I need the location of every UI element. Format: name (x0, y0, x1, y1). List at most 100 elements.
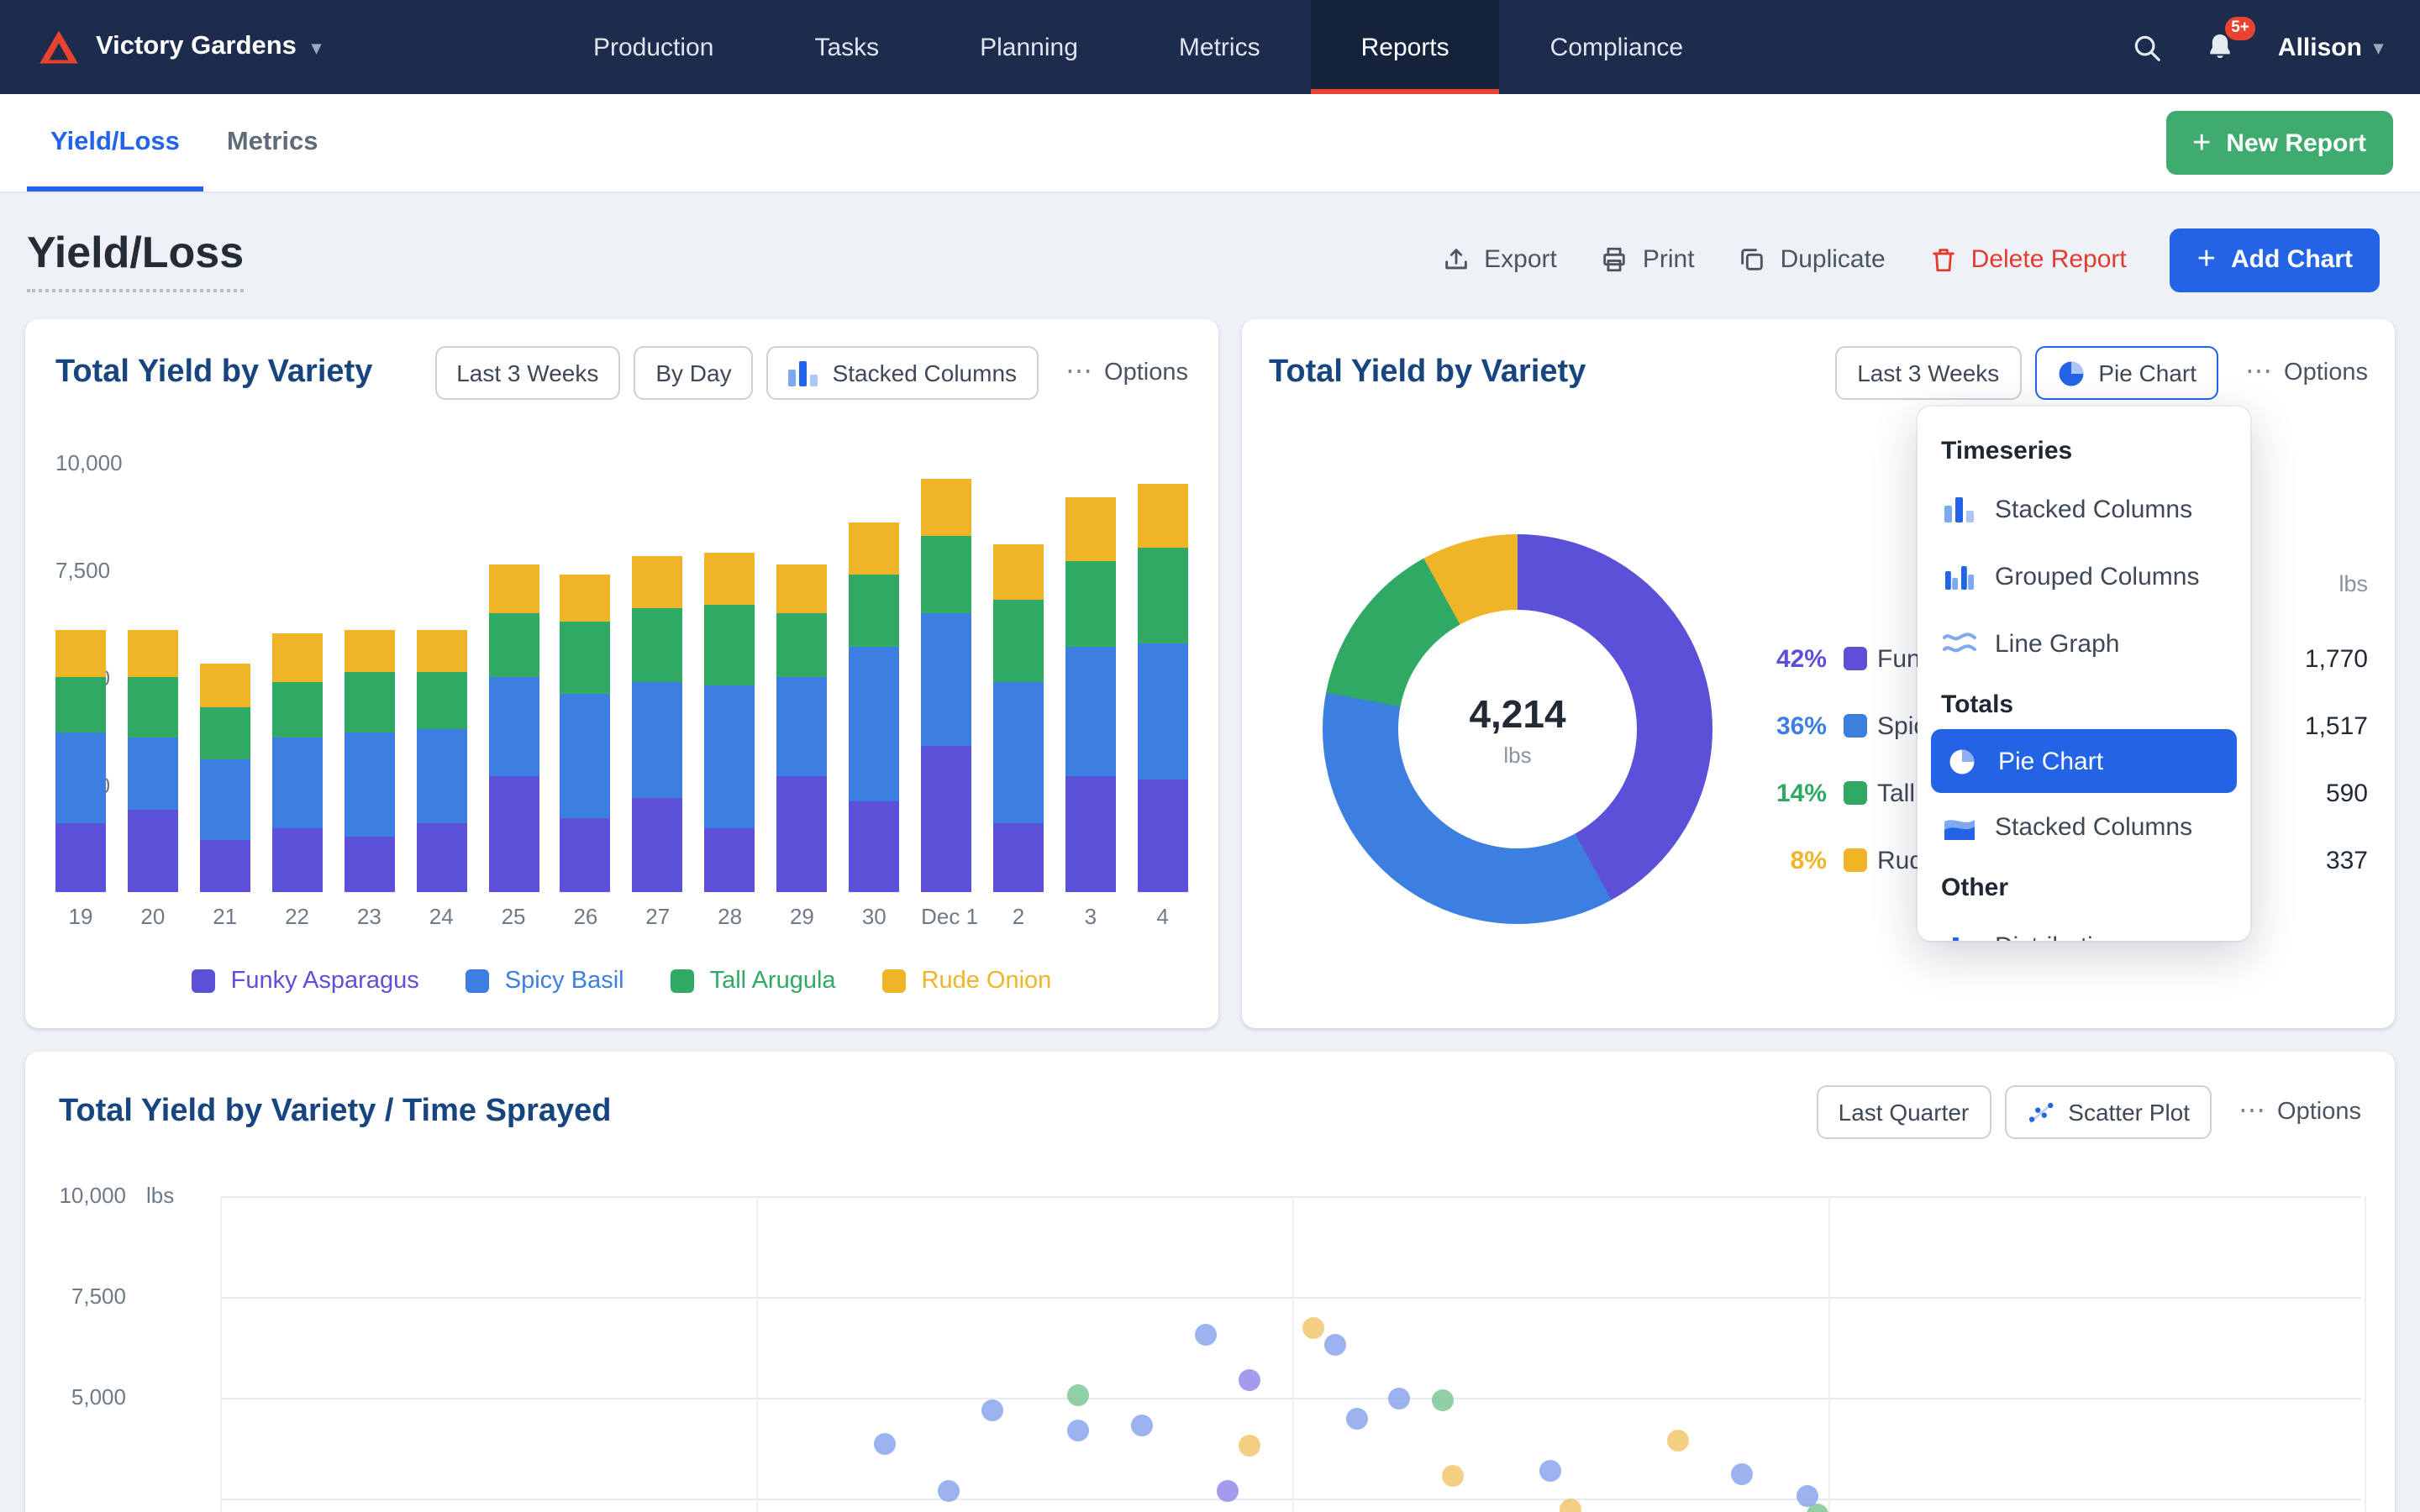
scatter-point-spicy-basil[interactable] (1389, 1387, 1411, 1409)
scatter-point-spicy-basil[interactable] (1732, 1462, 1754, 1484)
stacked-bar[interactable] (416, 630, 466, 892)
chart-type-button[interactable]: Pie Chart (2034, 346, 2218, 400)
bar-segment-spicy-basil (344, 733, 394, 837)
report-actions: Export Print Duplicate Delete Report + A… (1442, 228, 2380, 291)
scatter-point-spicy-basil[interactable] (1067, 1420, 1089, 1442)
menu-item-label: Stacked Columns (1995, 812, 2192, 841)
notifications-button[interactable]: 5+ (2204, 30, 2238, 64)
bar-segment-funky-asparagus (55, 823, 106, 892)
x-axis-tick: 20 (128, 904, 178, 929)
donut-chart: 4,214 lbs (1323, 534, 1712, 924)
granularity-button[interactable]: By Day (634, 346, 753, 400)
options-button[interactable]: ⋯ Options (1065, 360, 1188, 386)
stacked-bar[interactable] (344, 630, 394, 892)
search-button[interactable] (2132, 31, 2164, 63)
donut-center: 4,214 lbs (1323, 534, 1712, 924)
add-chart-button[interactable]: + Add Chart (2170, 228, 2380, 291)
menu-item-distribution[interactable]: Distribution (1918, 912, 2250, 941)
menu-item-line-graph[interactable]: Line Graph (1918, 610, 2250, 677)
legend-label: Tall Arugula (710, 968, 836, 995)
legend-item-spicy-basil[interactable]: Spicy Basil (466, 968, 624, 995)
scatter-point-rude-onion[interactable] (1442, 1464, 1464, 1486)
tab-yield-loss[interactable]: Yield/Loss (27, 94, 203, 192)
v-gridline (220, 1196, 222, 1512)
legend-swatch (883, 969, 907, 993)
pie-stat-percent: 8% (1746, 846, 1827, 874)
stacked-bar[interactable] (993, 543, 1044, 892)
bar-segment-tall-arugula (776, 612, 827, 677)
search-icon (2132, 31, 2164, 63)
duplicate-button[interactable]: Duplicate (1739, 245, 1886, 274)
legend-item-tall-arugula[interactable]: Tall Arugula (671, 968, 836, 995)
stacked-bar[interactable] (200, 664, 250, 892)
plus-icon: + (2197, 244, 2216, 276)
menu-item-stacked-columns[interactable]: Stacked Columns (1918, 475, 2250, 543)
scatter-point-tall-arugula[interactable] (1067, 1383, 1089, 1405)
range-button[interactable]: Last 3 Weeks (434, 346, 620, 400)
menu-item-pie-chart[interactable]: Pie Chart (1931, 729, 2237, 793)
nav-item-planning[interactable]: Planning (929, 0, 1128, 94)
stacked-bar[interactable] (55, 630, 106, 892)
stacked-bar[interactable] (705, 553, 755, 892)
options-button[interactable]: ⋯ Options (2245, 360, 2368, 386)
legend-item-funky-asparagus[interactable]: Funky Asparagus (192, 968, 419, 995)
nav-item-reports[interactable]: Reports (1311, 0, 1500, 94)
scatter-point-tall-arugula[interactable] (1432, 1390, 1454, 1412)
scatter-point-spicy-basil[interactable] (939, 1479, 960, 1501)
nav-item-production[interactable]: Production (543, 0, 764, 94)
stacked-bar[interactable] (633, 557, 683, 892)
bar-segment-rude-onion (849, 522, 899, 574)
scatter-point-spicy-basil[interactable] (1196, 1325, 1218, 1347)
scatter-point-spicy-basil[interactable] (981, 1399, 1003, 1420)
h-gridline (220, 1297, 2361, 1299)
scatter-point-rude-onion[interactable] (1303, 1316, 1325, 1338)
legend-item-rude-onion[interactable]: Rude Onion (883, 968, 1052, 995)
scatter-point-spicy-basil[interactable] (1346, 1407, 1368, 1429)
stacked-bar[interactable] (1138, 484, 1188, 892)
chart-type-button[interactable]: Stacked Columns (767, 346, 1039, 400)
range-button[interactable]: Last 3 Weeks (1835, 346, 2021, 400)
nav-item-metrics[interactable]: Metrics (1128, 0, 1311, 94)
menu-section-timeseries: Timeseries (1918, 423, 2250, 475)
h-gridline (220, 1196, 2361, 1198)
scatter-point-spicy-basil[interactable] (1796, 1484, 1818, 1506)
menu-item-stacked-columns[interactable]: Stacked Columns (1918, 793, 2250, 860)
print-button[interactable]: Print (1601, 245, 1695, 274)
new-report-button[interactable]: + New Report (2165, 111, 2393, 175)
stacked-bar[interactable] (849, 522, 899, 892)
scatter-point-funky-asparagus[interactable] (1239, 1370, 1260, 1392)
chart-legend: Funky Asparagus Spicy Basil Tall Arugula Ru… (25, 968, 1218, 995)
user-menu[interactable]: Allison ▾ (2278, 33, 2383, 61)
page-title: Yield/Loss (27, 227, 244, 292)
nav-item-tasks[interactable]: Tasks (764, 0, 929, 94)
export-button[interactable]: Export (1442, 245, 1557, 274)
scatter-point-rude-onion[interactable] (1667, 1431, 1689, 1452)
bar-segment-rude-onion (776, 565, 827, 612)
scatter-point-spicy-basil[interactable] (1539, 1459, 1560, 1481)
stacked-bar[interactable] (921, 480, 971, 892)
bar-segment-funky-asparagus (633, 797, 683, 892)
tab-metrics[interactable]: Metrics (203, 94, 342, 192)
org-switcher[interactable]: Victory Gardens ▾ (0, 0, 358, 94)
stacked-bar[interactable] (488, 565, 539, 892)
menu-item-label: Stacked Columns (1995, 495, 2192, 523)
pie-stat-swatch (1844, 848, 1867, 872)
bar-segment-funky-asparagus (128, 811, 178, 892)
bar-segment-funky-asparagus (416, 823, 466, 892)
scatter-point-spicy-basil[interactable] (1131, 1415, 1153, 1437)
pie-stat-swatch (1844, 781, 1867, 805)
scatter-point-rude-onion[interactable] (1239, 1434, 1260, 1456)
x-axis-tick: 30 (849, 904, 899, 929)
scatter-point-spicy-basil[interactable] (874, 1434, 896, 1456)
nav-item-compliance[interactable]: Compliance (1500, 0, 1733, 94)
menu-item-grouped-columns[interactable]: Grouped Columns (1918, 543, 2250, 610)
scatter-point-spicy-basil[interactable] (1324, 1333, 1346, 1355)
stacked-bar[interactable] (1065, 496, 1116, 892)
stacked-bar[interactable] (128, 630, 178, 892)
stacked-bar[interactable] (272, 634, 323, 892)
stacked-bar[interactable] (776, 565, 827, 892)
bar-segment-rude-onion (705, 553, 755, 604)
delete-report-button[interactable]: Delete Report (1929, 245, 2127, 274)
stacked-bar[interactable] (560, 574, 611, 892)
bar-segment-tall-arugula (200, 707, 250, 759)
